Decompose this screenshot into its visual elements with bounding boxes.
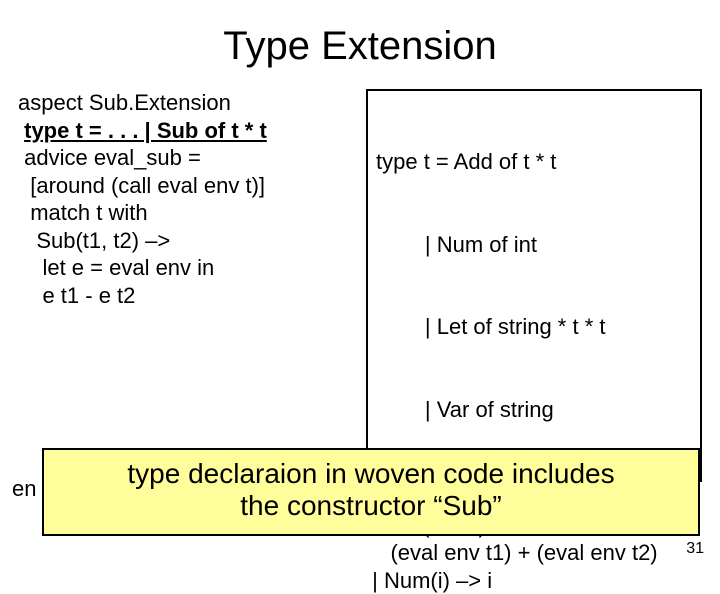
callout-box: type declaraion in woven code includes t…	[42, 448, 700, 536]
slide-title: Type Extension	[0, 24, 720, 69]
truncated-text: en	[12, 476, 36, 502]
code-line: (eval env t1) + (eval env t2)	[366, 539, 702, 567]
code-line: type t = Add of t * t	[376, 148, 694, 176]
code-line: type t = . . . | Sub of t * t	[18, 117, 354, 145]
page-number: 31	[686, 540, 704, 558]
code-line: advice eval_sub =	[18, 144, 354, 172]
code-line: let e = eval env in	[18, 254, 354, 282]
code-line: Sub(t1, t2) –>	[18, 227, 354, 255]
code-line: e t1 - e t2	[18, 282, 354, 310]
code-line: aspect Sub.Extension	[18, 89, 354, 117]
type-definition-box: type t = Add of t * t | Num of int | Let…	[366, 89, 702, 482]
code-line: match t with	[18, 199, 354, 227]
code-line: [around (call eval env t)]	[18, 172, 354, 200]
callout-line: the constructor “Sub”	[52, 490, 690, 522]
code-line: | Let of string * t * t	[376, 313, 694, 341]
code-line: | Var of string	[376, 396, 694, 424]
code-line: | Num of int	[376, 231, 694, 259]
callout-line: type declaraion in woven code includes	[52, 458, 690, 490]
code-line: | Num(i) –> i	[366, 567, 702, 594]
type-decl-highlight: type t = . . . | Sub of t * t	[24, 118, 267, 143]
